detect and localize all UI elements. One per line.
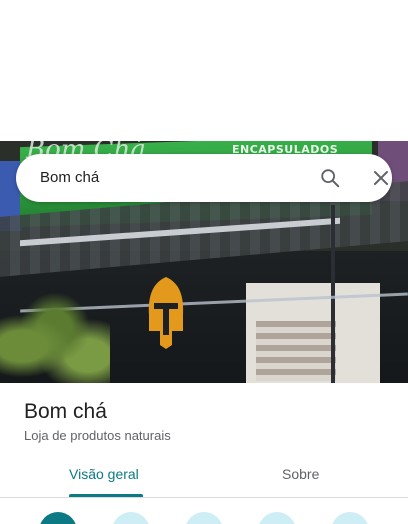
call-button[interactable]: [185, 512, 223, 524]
directions-button[interactable]: [39, 512, 77, 524]
tab-about[interactable]: Sobre: [282, 466, 319, 498]
share-button[interactable]: [331, 512, 369, 524]
pole: [331, 205, 335, 383]
shop-shelf: [256, 321, 336, 381]
search-input[interactable]: Bom chá: [40, 169, 99, 186]
helmet-logo-icon: [148, 277, 184, 349]
close-icon[interactable]: [371, 168, 391, 188]
search-icon[interactable]: [319, 167, 341, 189]
plant: [0, 291, 110, 383]
save-button[interactable]: [258, 512, 296, 524]
place-category: Loja de produtos naturais: [24, 428, 171, 443]
start-button[interactable]: [112, 512, 150, 524]
search-bar[interactable]: Bom chá: [16, 154, 392, 202]
place-title: Bom chá: [24, 400, 107, 423]
tabs-divider: [0, 497, 408, 498]
